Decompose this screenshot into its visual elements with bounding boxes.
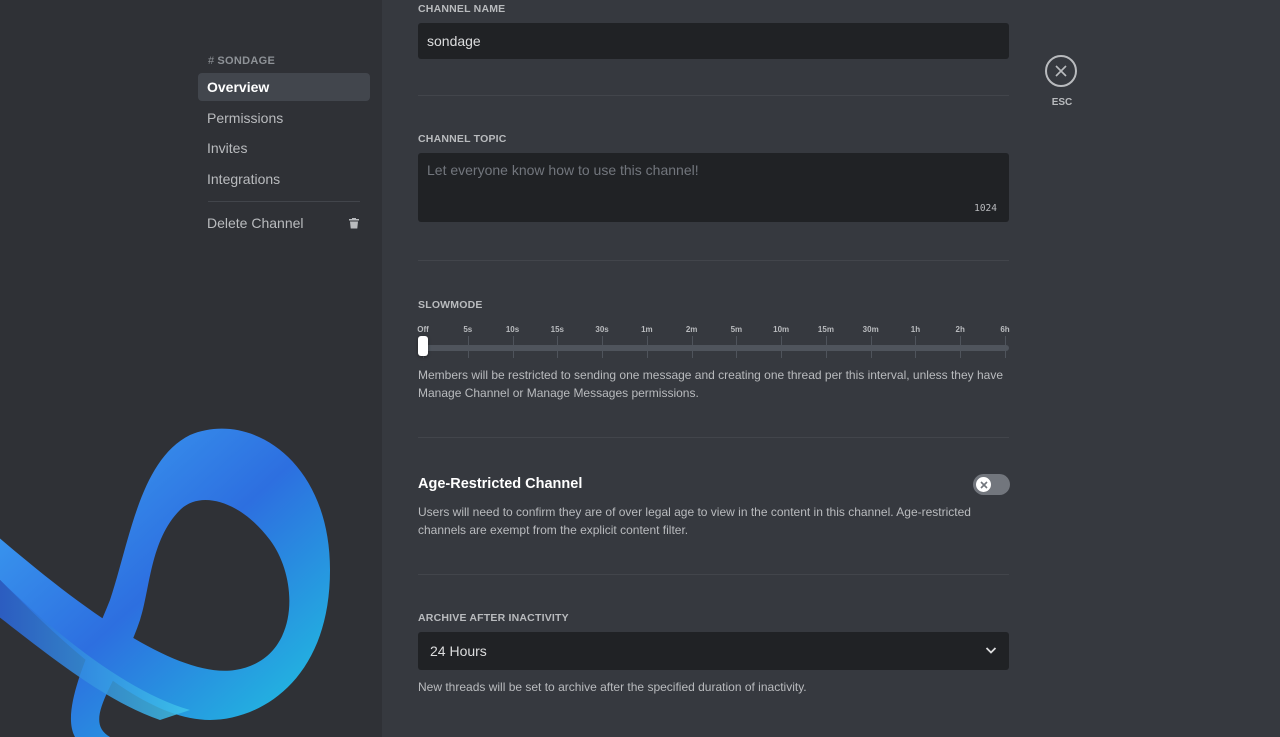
slider-handle[interactable] [418, 336, 428, 356]
channel-name-title: CHANNEL NAME [418, 3, 506, 15]
section-divider [418, 437, 1009, 438]
sidebar-item-permissions[interactable]: Permissions [198, 104, 370, 132]
close-icon [1055, 65, 1067, 77]
section-divider [418, 95, 1009, 96]
archive-title: ARCHIVE AFTER INACTIVITY [418, 612, 569, 624]
esc-label: ESC [1051, 97, 1073, 108]
slowmode-title: SLOWMODE [418, 299, 483, 311]
slider-tick-mark [960, 336, 961, 358]
slider-tick-mark [602, 336, 603, 358]
archive-selected-value: 24 Hours [430, 643, 487, 659]
channel-name-input[interactable]: sondage [418, 23, 1009, 59]
sidebar-item-label: Invites [207, 140, 248, 156]
slider-tick-mark [781, 336, 782, 358]
sidebar-item-label: Permissions [207, 109, 284, 126]
slider-tick-mark [647, 336, 648, 358]
slider-tick-label: 15s [550, 325, 564, 334]
channel-topic-placeholder: Let everyone know how to use this channe… [427, 162, 699, 178]
slider-tick-mark [557, 336, 558, 358]
slider-tick-mark [736, 336, 737, 358]
channel-topic-title: CHANNEL TOPIC [418, 133, 507, 145]
slider-tick-mark [915, 336, 916, 358]
section-divider [418, 574, 1009, 575]
close-button[interactable] [1045, 55, 1077, 87]
slider-tick-mark [1005, 336, 1006, 358]
slider-tick-label: 5s [463, 325, 473, 334]
slider-tick-label: Off [417, 325, 429, 334]
sidebar-nav: # SONDAGE Overview Permissions Invites In… [198, 55, 370, 239]
settings-sidebar: # SONDAGE Overview Permissions Invites In… [0, 0, 382, 737]
toggle-knob [976, 477, 991, 492]
sidebar-channel-name: SONDAGE [217, 55, 276, 67]
slider-tick-label: 10s [505, 325, 520, 334]
slider-tick-mark [513, 336, 514, 358]
age-restricted-help: Users will need to confirm they are of o… [418, 505, 971, 537]
slider-tick-label: 1m [641, 325, 653, 334]
slider-tick-label: 15m [817, 325, 834, 334]
slider-tick-mark [871, 336, 872, 358]
channel-topic-input[interactable]: Let everyone know how to use this channe… [418, 153, 1009, 222]
slider-tick-mark [692, 336, 693, 358]
slider-tick-label: 30s [595, 325, 609, 334]
slider-tick-label: 6h [1000, 325, 1010, 334]
slider-tick-label: 1h [910, 325, 921, 334]
slider-track [423, 345, 1009, 351]
age-restricted-title: Age-Restricted Channel [418, 476, 583, 492]
slider-tick-label: 2h [955, 325, 965, 334]
sidebar-item-invites[interactable]: Invites [198, 134, 370, 162]
delete-channel-button[interactable]: Delete Channel [198, 209, 370, 237]
sidebar-item-overview[interactable]: Overview [198, 73, 370, 101]
section-divider [418, 260, 1009, 261]
slider-tick-mark [468, 336, 469, 358]
topic-char-counter: 1024 [974, 203, 997, 214]
archive-help: New threads will be set to archive after… [418, 680, 807, 694]
slider-tick-label: 30m [862, 325, 879, 334]
decorative-logo [0, 428, 330, 737]
sidebar-divider [208, 200, 360, 202]
slider-tick-mark [826, 336, 827, 358]
slider-tick-label: 5m [730, 325, 743, 334]
sidebar-item-label: Integrations [207, 170, 281, 187]
sidebar-item-label: Overview [207, 79, 270, 95]
chevron-down-icon [985, 647, 997, 654]
slider-tick-label: 10m [773, 325, 790, 334]
age-restricted-toggle[interactable] [973, 474, 1010, 495]
channel-name-value: sondage [427, 33, 481, 49]
trash-icon [348, 217, 360, 229]
close-settings: ESC [1045, 55, 1079, 108]
slider-tick-label: 2m [685, 325, 698, 334]
sidebar-item-integrations[interactable]: Integrations [198, 165, 370, 193]
x-icon [979, 480, 988, 489]
slowmode-help: Members will be restricted to sending on… [418, 368, 1003, 400]
hash-icon: # [208, 55, 215, 67]
archive-select[interactable]: 24 Hours [418, 632, 1009, 670]
sidebar-channel-header: # SONDAGE [198, 55, 370, 73]
delete-channel-label: Delete Channel [207, 214, 304, 231]
